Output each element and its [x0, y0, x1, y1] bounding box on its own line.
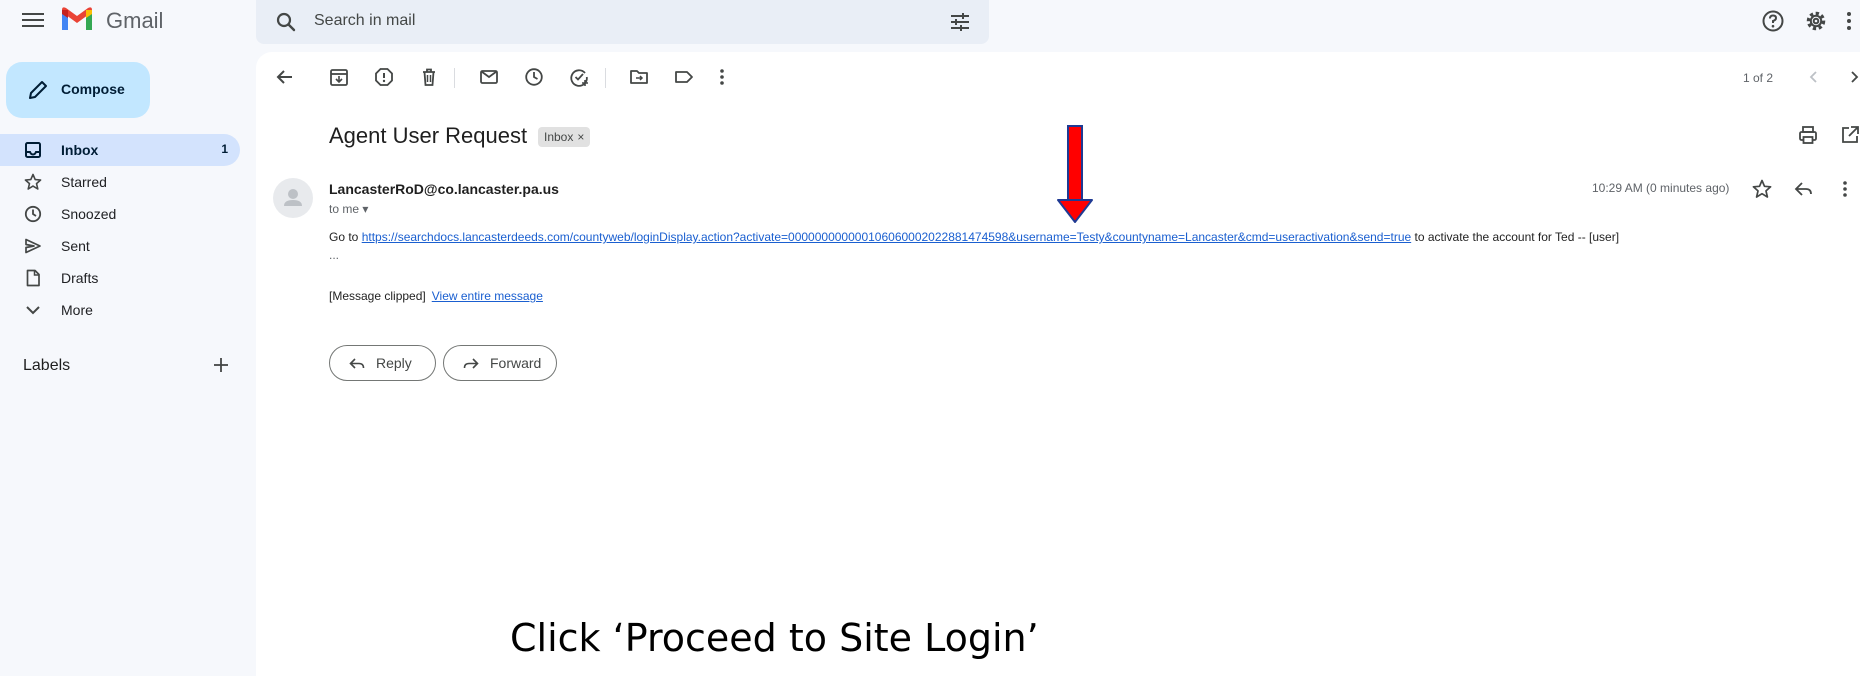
toolbar-divider	[605, 68, 606, 88]
reply-icon[interactable]	[1793, 178, 1815, 200]
help-icon[interactable]	[1760, 8, 1786, 34]
inbox-label-badge: Inbox ×	[538, 127, 591, 147]
label-icon[interactable]	[673, 66, 695, 88]
clock-icon	[24, 205, 42, 223]
app-name: Gmail	[106, 8, 164, 33]
sidebar-item-label: Drafts	[61, 270, 99, 286]
trimmed-content-ellipsis[interactable]: ...	[329, 248, 339, 262]
view-entire-message-link[interactable]: View entire message	[432, 289, 543, 303]
add-label-icon[interactable]	[211, 355, 231, 375]
chevron-left-icon[interactable]	[1803, 66, 1825, 88]
chevron-down-icon	[26, 306, 40, 315]
body-prefix: Go to	[329, 230, 362, 244]
reply-icon	[349, 358, 365, 369]
search-bar	[256, 0, 989, 44]
open-in-new-window-icon[interactable]	[1839, 124, 1860, 146]
search-input[interactable]	[314, 8, 874, 34]
sidebar-item-drafts[interactable]: Drafts	[0, 262, 240, 294]
compose-label: Compose	[61, 81, 125, 97]
gmail-window: Gmail Search in mail Compose Inbox 1 Sta…	[0, 0, 1860, 676]
tune-icon[interactable]	[948, 10, 972, 34]
sidebar-item-inbox[interactable]: Inbox 1	[0, 134, 240, 166]
email-subject: Agent User Request	[329, 123, 528, 148]
draft-icon	[26, 269, 40, 287]
delete-icon[interactable]	[418, 66, 440, 88]
reply-button[interactable]: Reply	[329, 345, 436, 381]
sidebar-item-label: Inbox	[61, 142, 99, 158]
print-icon[interactable]	[1797, 124, 1819, 146]
more-vert-icon[interactable]	[1842, 8, 1856, 34]
sidebar-item-snoozed[interactable]: Snoozed	[0, 198, 240, 230]
forward-icon	[463, 358, 479, 369]
back-arrow-icon[interactable]	[274, 66, 296, 88]
email-body: Go to https://searchdocs.lancasterdeeds.…	[329, 230, 1619, 244]
add-task-icon[interactable]	[568, 66, 590, 88]
send-icon	[25, 238, 41, 254]
recipient-details[interactable]: to me ▾	[329, 202, 368, 216]
archive-icon[interactable]	[328, 66, 350, 88]
email-timestamp: 10:29 AM (0 minutes ago)	[1592, 181, 1730, 195]
unread-count: 1	[221, 142, 228, 156]
sidebar-item-label: Snoozed	[61, 206, 117, 222]
move-to-icon[interactable]	[628, 66, 650, 88]
recipient-label: to me	[329, 202, 360, 216]
sidebar-item-starred[interactable]: Starred	[0, 166, 240, 198]
more-vert-icon[interactable]	[1839, 178, 1851, 200]
sidebar-item-label: Sent	[61, 238, 90, 254]
forward-button[interactable]: Forward	[443, 345, 557, 381]
activation-link[interactable]: https://searchdocs.lancasterdeeds.com/co…	[362, 230, 1411, 244]
mark-unread-icon[interactable]	[478, 66, 500, 88]
pagination-text: 1 of 2	[1743, 71, 1774, 85]
more-vert-icon[interactable]	[716, 66, 728, 88]
caret-down-icon: ▾	[362, 202, 369, 216]
compose-button[interactable]: Compose	[6, 62, 150, 118]
remove-label-button[interactable]: ×	[577, 130, 584, 144]
settings-icon[interactable]	[1803, 8, 1829, 34]
clipped-text: [Message clipped]	[329, 289, 426, 303]
body-suffix: to activate the account for Ted -- [user…	[1411, 230, 1620, 244]
badge-label: Inbox	[544, 130, 574, 144]
report-spam-icon[interactable]	[373, 66, 395, 88]
person-icon	[284, 189, 302, 206]
sidebar-item-sent[interactable]: Sent	[0, 230, 240, 262]
red-arrow-annotation	[1057, 125, 1093, 223]
top-bar: Gmail	[0, 0, 1860, 44]
star-icon	[24, 173, 42, 190]
star-icon[interactable]	[1751, 178, 1773, 200]
main-menu-icon[interactable]	[22, 10, 44, 32]
reply-label: Reply	[376, 355, 412, 371]
snooze-icon[interactable]	[523, 66, 545, 88]
sidebar-item-label: More	[61, 302, 93, 318]
message-clipped-notice: [Message clipped] View entire message	[329, 289, 543, 303]
sender-avatar	[273, 178, 313, 218]
toolbar-divider	[454, 68, 455, 88]
sidebar-item-label: Starred	[61, 174, 107, 190]
chevron-right-icon[interactable]	[1843, 66, 1860, 88]
forward-label: Forward	[490, 355, 542, 371]
search-icon[interactable]	[274, 10, 298, 34]
labels-header: Labels	[23, 357, 71, 374]
inbox-icon	[25, 142, 41, 158]
instruction-caption: Click ‘Proceed to Site Login’	[510, 616, 1039, 660]
gmail-logo-icon	[62, 7, 92, 30]
sidebar-item-more[interactable]: More	[0, 294, 240, 326]
pencil-icon	[29, 81, 47, 99]
sender-email: LancasterRoD@co.lancaster.pa.us	[329, 181, 559, 197]
